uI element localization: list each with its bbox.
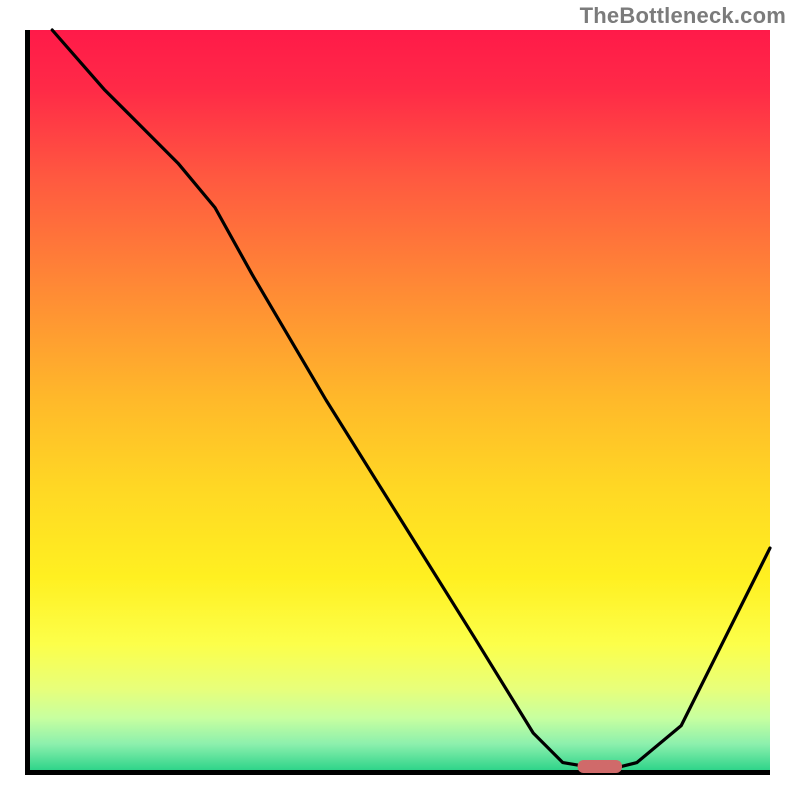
bottleneck-chart (0, 0, 800, 800)
watermark-text: TheBottleneck.com (580, 3, 786, 29)
chart-container: TheBottleneck.com (0, 0, 800, 800)
plot-background (30, 30, 770, 770)
highlight-marker (578, 760, 622, 773)
